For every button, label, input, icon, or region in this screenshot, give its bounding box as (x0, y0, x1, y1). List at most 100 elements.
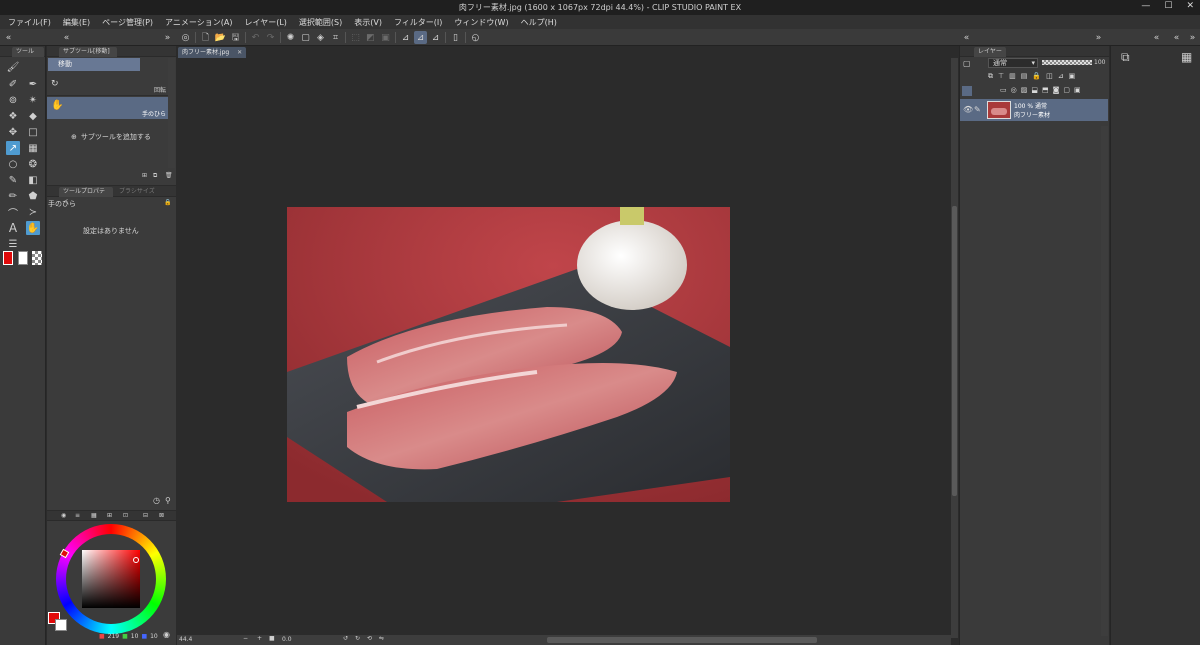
color-picker-marker[interactable] (133, 557, 139, 563)
rotation-value[interactable]: 0.0 (282, 636, 292, 643)
main-color-swatch[interactable] (3, 251, 13, 265)
menu-filter[interactable]: フィルター(I) (394, 17, 442, 28)
initial-settings-icon[interactable]: ◷ (153, 496, 160, 505)
deselect-icon[interactable]: ⬚ (349, 31, 362, 44)
expand-right-icon[interactable]: » (1092, 31, 1105, 44)
new-folder-icon[interactable]: ▨ (1021, 86, 1028, 94)
reset-rotation-icon[interactable]: ⟲ (367, 635, 372, 642)
subtool-item-hand[interactable]: ✋ 手のひら (47, 97, 168, 119)
menu-file[interactable]: ファイル(F) (8, 17, 51, 28)
subtool-group-move[interactable]: 移動 (48, 58, 140, 71)
clear-icon[interactable]: ▢ (299, 31, 312, 44)
line-correct-icon[interactable]: ≻ (26, 205, 40, 219)
tool-panel-tab[interactable]: ツール (12, 47, 44, 57)
color-icon[interactable]: ▣ (1069, 72, 1076, 81)
intermediate-color-tab-icon[interactable]: ⊞ (107, 512, 112, 519)
color-set-tab-icon[interactable]: ▦ (91, 512, 97, 519)
merge-icon[interactable]: ⬒ (1042, 86, 1049, 94)
collapse-left-icon[interactable]: « (2, 31, 15, 44)
canvas-area[interactable]: 肉フリー素材.jpg ✕ 44.4 − + ■ 0.0 ↺ ↻ ⟲ ⇋ (177, 46, 958, 645)
edit-pencil-icon[interactable]: ✎ (974, 105, 981, 114)
settings-gear-icon[interactable]: ✺ (284, 31, 297, 44)
new-raster-icon[interactable]: ▭ (1000, 86, 1007, 94)
selection-rect-icon[interactable]: □ (26, 125, 40, 139)
blend-mode-select[interactable]: 通常 ▾ (988, 58, 1038, 68)
hsv-toggle-icon[interactable]: ◉ (163, 630, 170, 639)
zoom-tool-icon[interactable]: 🖌 (6, 60, 20, 74)
transparent-color-swatch[interactable] (32, 251, 42, 265)
fit-icon[interactable]: ■ (269, 635, 275, 642)
menu-window[interactable]: ウィンドウ(W) (454, 17, 508, 28)
menu-view[interactable]: 表示(V) (354, 17, 382, 28)
reference-icon[interactable]: ⊤ (998, 72, 1004, 81)
approx-color-tab-icon[interactable]: ⊡ (123, 512, 128, 519)
airbrush-icon[interactable]: ⌒ (6, 205, 20, 220)
menu-selection[interactable]: 選択範囲(S) (299, 17, 342, 28)
snap-ruler-icon[interactable]: ⊿ (399, 31, 412, 44)
mask-icon[interactable]: ◫ (1046, 72, 1053, 81)
dock-collapse-icon[interactable]: « (1150, 31, 1163, 44)
zoom-out-icon[interactable]: − (243, 635, 248, 642)
minimize-icon[interactable]: — (1141, 1, 1150, 11)
add-subtool-button[interactable]: ⊕ サブツールを追加する (71, 132, 151, 142)
move-icon[interactable]: ✥ (6, 125, 20, 139)
companion-icon[interactable]: ◵ (469, 31, 482, 44)
lock-layer-icon[interactable]: 🔒 (1032, 72, 1041, 81)
opacity-slider[interactable] (1042, 60, 1092, 65)
snap-grid-icon[interactable]: ⊿ (429, 31, 442, 44)
visibility-eye-icon[interactable]: 👁 (963, 105, 973, 114)
device-icon[interactable]: ▯ (449, 31, 462, 44)
hue-marker[interactable] (59, 548, 70, 559)
delete-layer-icon[interactable]: ▣ (1074, 86, 1081, 94)
pattern-tool-icon[interactable]: ❖ (6, 109, 20, 123)
new-vector-icon[interactable]: ◎ (1011, 86, 1017, 94)
lock-transparent-icon[interactable]: ▤ (1021, 72, 1028, 81)
layer-row[interactable]: 👁 ✎ 100 % 通常 肉フリー素材 (960, 99, 1108, 121)
dock-collapse2-icon[interactable]: « (1170, 31, 1183, 44)
canvas-vertical-scrollbar[interactable] (951, 58, 958, 638)
menu-edit[interactable]: 編集(E) (63, 17, 90, 28)
copy-subtool-icon[interactable]: ⧉ (153, 172, 157, 180)
subtool-settings-icon[interactable]: ⊞ (142, 172, 147, 179)
collapse-right-icon[interactable]: « (960, 31, 973, 44)
brush-icon[interactable]: ✎ (6, 173, 20, 187)
brush-size-tab[interactable]: ブラシサイズ (115, 187, 159, 197)
magic-wand-icon[interactable]: ✴ (26, 93, 40, 107)
opacity-value[interactable]: 100 (1094, 59, 1105, 66)
undo-icon[interactable]: ↶ (249, 31, 262, 44)
material-icon[interactable]: ▦ (1181, 50, 1192, 64)
clip-icon[interactable]: ⧉ (988, 72, 993, 81)
close-tab-icon[interactable]: ✕ (237, 49, 242, 56)
pen-tool-icon[interactable]: ✒ (26, 77, 40, 91)
balloon-icon[interactable]: ☰ (6, 237, 20, 251)
eraser-icon[interactable]: ◆ (26, 109, 40, 123)
layer-list-toggle-icon[interactable] (962, 86, 972, 96)
object-tool-icon[interactable]: ↗ (6, 141, 20, 155)
layer-panel-tab[interactable]: レイヤー (974, 47, 1006, 57)
flip-icon[interactable]: ⇋ (379, 635, 384, 642)
menu-help[interactable]: ヘルプ(H) (521, 17, 557, 28)
document-tab[interactable]: 肉フリー素材.jpg ✕ (178, 47, 247, 58)
draft-icon[interactable]: ▥ (1009, 72, 1016, 81)
hand-tool-icon[interactable]: ✋ (26, 221, 40, 235)
invert-selection-icon[interactable]: ◩ (364, 31, 377, 44)
new-file-icon[interactable]: 🗋 (199, 31, 212, 44)
canvas-image[interactable] (287, 207, 730, 502)
canvas-horizontal-scrollbar[interactable] (547, 637, 817, 643)
gradient-icon[interactable]: ◧ (26, 173, 40, 187)
redo-icon[interactable]: ↷ (264, 31, 277, 44)
sub-tool-detail-icon[interactable]: ⚲ (165, 496, 171, 505)
sub-view-tab-icon[interactable]: ⊠ (159, 512, 164, 519)
zoom-in-icon[interactable]: + (257, 635, 262, 642)
crop-icon[interactable]: ⌗ (329, 31, 342, 44)
palette-color-icon[interactable]: ▢ (963, 59, 971, 68)
lock-icon[interactable]: 🔒 (164, 199, 171, 206)
eyedropper-icon[interactable]: ✐ (6, 77, 20, 91)
mask-create-icon[interactable]: ◙ (1053, 86, 1060, 94)
color-history-tab-icon[interactable]: ⊟ (143, 512, 148, 519)
text-tool-icon[interactable]: A (6, 221, 20, 235)
circle-figure-icon[interactable]: ○ (6, 157, 20, 171)
layer-scrollbar[interactable] (1101, 126, 1108, 636)
rotate-right-icon[interactable]: ↻ (355, 635, 360, 642)
save-icon[interactable]: 🖫 (229, 31, 242, 44)
